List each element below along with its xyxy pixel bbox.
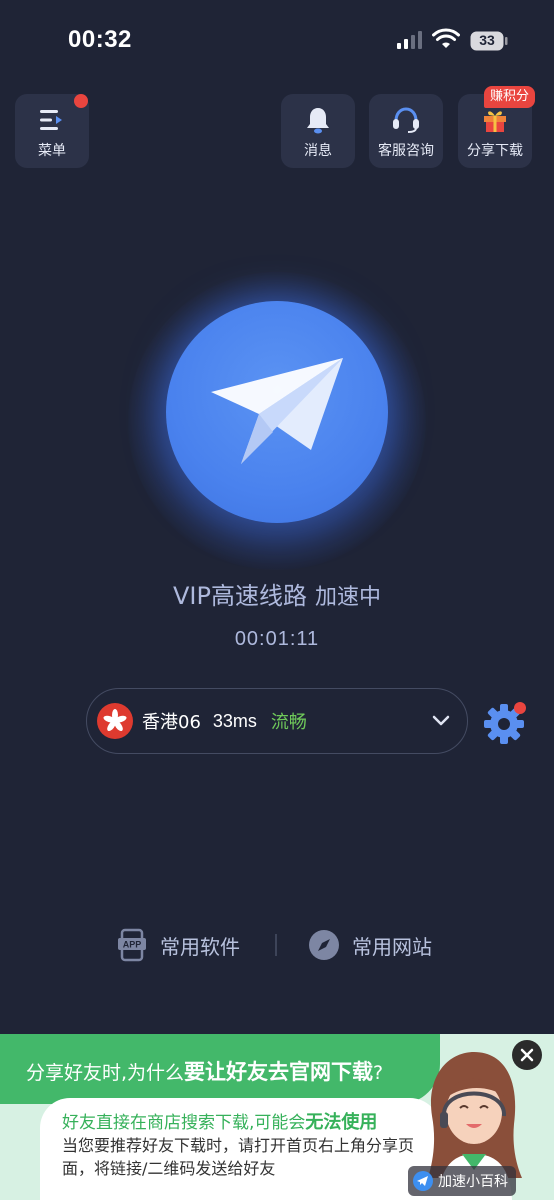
menu-notification-dot: [74, 94, 88, 108]
banner-subtitle: 好友直接在商店搜索下载,可能会无法使用: [62, 1108, 377, 1134]
battery-level: 33: [479, 32, 495, 48]
menu-label: 菜单: [38, 143, 66, 159]
banner-title-bold: 要让好友去官网下载: [184, 1060, 374, 1084]
paper-plane-icon: [211, 358, 343, 464]
messages-button[interactable]: 消息: [281, 94, 355, 168]
messages-label: 消息: [304, 143, 332, 159]
line-type: VIP高速线路: [173, 582, 307, 610]
customer-service-label: 客服咨询: [378, 143, 434, 159]
tips-banner[interactable]: 分享好友时,为什么要让好友去官网下载? 好友直接在商店搜索下载,可能会无法使用 …: [0, 1034, 554, 1200]
headset-icon: [391, 106, 421, 134]
common-software-link[interactable]: APP 常用软件: [118, 928, 240, 962]
chevron-down-icon: [432, 715, 450, 726]
battery-indicator: 33: [470, 31, 508, 51]
banner-body: 当您要推荐好友下载时，请打开首页右上角分享页面，将链接/二维码发送给好友: [62, 1136, 415, 1178]
server-quality: 流畅: [270, 712, 307, 733]
speed-wiki-tag: 加速小百科: [408, 1166, 516, 1196]
connection-state: 加速中: [314, 585, 381, 610]
server-name: 香港06: [142, 712, 201, 733]
banner-header: 分享好友时,为什么要让好友去官网下载?: [0, 1034, 440, 1104]
wifi-icon: [432, 28, 460, 48]
connection-status: VIP高速线路 加速中: [0, 576, 554, 611]
banner-subtitle-bold: 无法使用: [305, 1112, 378, 1133]
shortcut-divider: [275, 934, 277, 956]
status-bar: 00:32 33: [0, 0, 554, 80]
connect-button[interactable]: [166, 301, 388, 523]
connection-timer: 00:01:11: [234, 628, 320, 650]
earn-points-badge: 赚积分: [484, 86, 536, 108]
app-icon: APP: [118, 928, 146, 962]
common-websites-link[interactable]: 常用网站: [308, 928, 432, 962]
close-icon: [520, 1048, 534, 1062]
gift-icon: [480, 106, 510, 134]
banner-title-suffix: ?: [373, 1062, 384, 1084]
gear-icon[interactable]: [482, 700, 528, 746]
app-icon-text: APP: [123, 940, 142, 950]
hong-kong-flag-icon: [97, 703, 133, 739]
cellular-signal-icon: [397, 31, 422, 49]
common-software-label: 常用软件: [160, 934, 240, 959]
common-websites-label: 常用网站: [352, 934, 432, 959]
customer-service-button[interactable]: 客服咨询: [369, 94, 443, 168]
share-download-label: 分享下载: [467, 143, 523, 159]
banner-close-button[interactable]: [512, 1040, 542, 1070]
bell-icon: [303, 106, 333, 134]
server-selector[interactable]: 香港06 33ms 流畅: [86, 688, 468, 754]
menu-icon: [37, 106, 67, 134]
banner-card: 好友直接在商店搜索下载,可能会无法使用 当您要推荐好友下载时，请打开首页右上角分…: [40, 1098, 440, 1200]
server-ping: 33ms: [212, 710, 257, 731]
compass-icon: [309, 930, 339, 960]
banner-subtitle-prefix: 好友直接在商店搜索下载,可能会: [62, 1113, 306, 1133]
banner-title: 分享好友时,为什么要让好友去官网下载?: [26, 1056, 383, 1086]
status-time: 00:32: [68, 26, 132, 53]
telegram-icon: [413, 1171, 433, 1191]
banner-title-prefix: 分享好友时,为什么: [26, 1062, 185, 1084]
speed-wiki-label: 加速小百科: [438, 1174, 508, 1190]
